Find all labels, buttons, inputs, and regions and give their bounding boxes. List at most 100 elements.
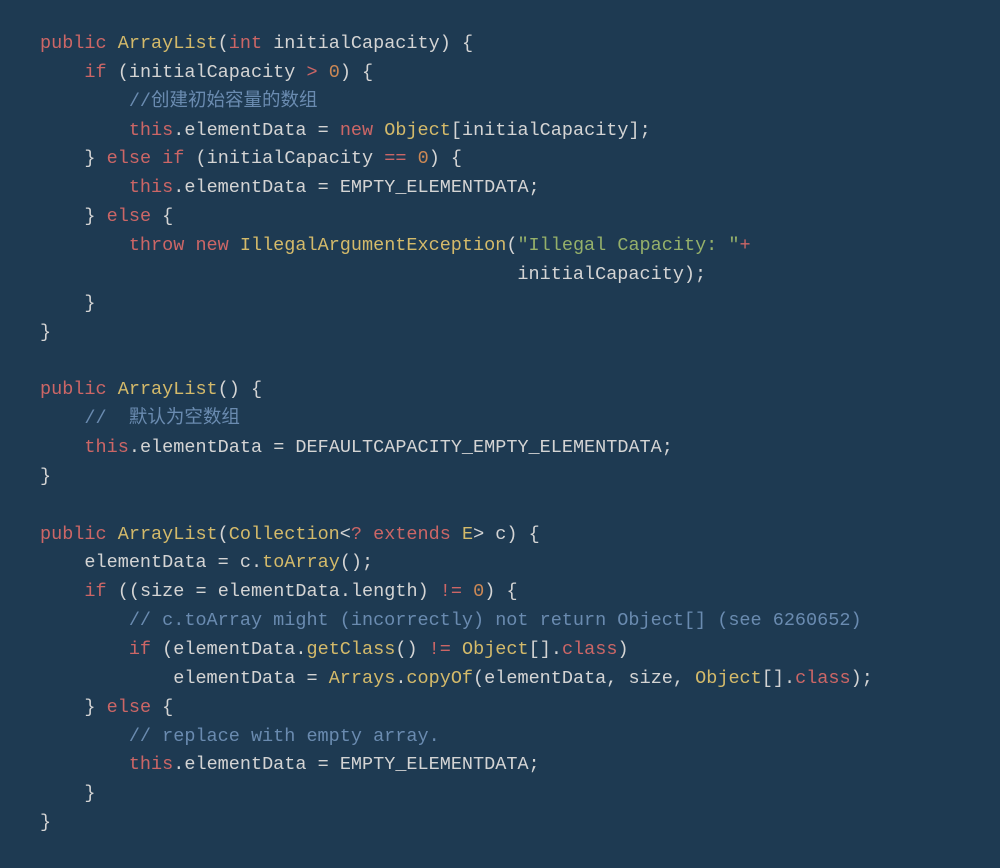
keyword-public: public	[40, 379, 107, 400]
identifier: initialCapacity	[517, 264, 684, 285]
type-arraylist: ArrayList	[118, 524, 218, 545]
brace: }	[40, 466, 51, 487]
dot: .	[340, 581, 351, 602]
number: 0	[329, 62, 340, 83]
identifier: size	[629, 668, 673, 689]
semicolon: ;	[695, 264, 706, 285]
paren: (	[196, 148, 207, 169]
identifier: size	[140, 581, 184, 602]
brace: {	[462, 33, 473, 54]
angle-bracket: >	[473, 524, 484, 545]
angle-bracket: <	[340, 524, 351, 545]
keyword-class: class	[562, 639, 618, 660]
paren: )	[229, 379, 240, 400]
identifier: elementData	[84, 552, 206, 573]
paren: (	[395, 639, 406, 660]
identifier: c	[495, 524, 506, 545]
identifier: elementData	[140, 437, 262, 458]
identifier: elementData	[184, 754, 306, 775]
bracket: [	[762, 668, 773, 689]
constant: EMPTY_ELEMENTDATA	[340, 754, 529, 775]
comment: // replace with empty array.	[129, 726, 440, 747]
brace: {	[162, 206, 173, 227]
code-block: public ArrayList(int initialCapacity) { …	[0, 0, 1000, 868]
wildcard: ?	[351, 524, 362, 545]
dot: .	[395, 668, 406, 689]
identifier: initialCapacity	[462, 120, 629, 141]
type-arrays: Arrays	[329, 668, 396, 689]
keyword-if: if	[129, 639, 151, 660]
paren: )	[506, 524, 517, 545]
brace: {	[162, 697, 173, 718]
type-param: E	[462, 524, 473, 545]
dot: .	[784, 668, 795, 689]
paren: (	[473, 668, 484, 689]
semicolon: ;	[662, 437, 673, 458]
keyword-if: if	[84, 581, 106, 602]
semicolon: ;	[862, 668, 873, 689]
equals: =	[318, 120, 329, 141]
dot: .	[251, 552, 262, 573]
paren: )	[684, 264, 695, 285]
brace: }	[40, 812, 51, 833]
paren: )	[340, 62, 351, 83]
keyword-int: int	[229, 33, 262, 54]
keyword-else: else	[107, 697, 151, 718]
type-arraylist: ArrayList	[118, 379, 218, 400]
bracket: [	[529, 639, 540, 660]
keyword-throw: throw	[129, 235, 185, 256]
brace: {	[251, 379, 262, 400]
keyword-new: new	[340, 120, 373, 141]
paren: )	[406, 639, 417, 660]
paren: (	[218, 33, 229, 54]
comment: // c.toArray might (incorrectly) not ret…	[129, 610, 862, 631]
keyword-if: if	[162, 148, 184, 169]
type-object: Object	[695, 668, 762, 689]
keyword-if: if	[84, 62, 106, 83]
paren: )	[440, 33, 451, 54]
identifier: elementData	[484, 668, 606, 689]
keyword-else: else	[107, 206, 151, 227]
identifier: initialCapacity	[207, 148, 374, 169]
identifier: initialCapacity	[129, 62, 296, 83]
type-arraylist: ArrayList	[118, 33, 218, 54]
identifier: initialCapacity	[273, 33, 440, 54]
paren: )	[851, 668, 862, 689]
constant: DEFAULTCAPACITY_EMPTY_ELEMENTDATA	[295, 437, 661, 458]
keyword-public: public	[40, 524, 107, 545]
bracket: [	[451, 120, 462, 141]
dot: .	[173, 754, 184, 775]
number: 0	[418, 148, 429, 169]
identifier: elementData	[173, 639, 295, 660]
keyword-else: else	[107, 148, 151, 169]
bracket: ]	[629, 120, 640, 141]
operator: !=	[440, 581, 462, 602]
semicolon: ;	[529, 754, 540, 775]
equals: =	[196, 581, 207, 602]
brace: {	[451, 148, 462, 169]
paren: (	[118, 62, 129, 83]
number: 0	[473, 581, 484, 602]
method-call: copyOf	[406, 668, 473, 689]
keyword-this: this	[129, 754, 173, 775]
dot: .	[551, 639, 562, 660]
identifier: elementData	[218, 581, 340, 602]
bracket: ]	[773, 668, 784, 689]
paren: (	[118, 581, 129, 602]
semicolon: ;	[362, 552, 373, 573]
type-object: Object	[462, 639, 529, 660]
type-object: Object	[384, 120, 451, 141]
paren: (	[218, 524, 229, 545]
operator: !=	[429, 639, 451, 660]
equals: =	[318, 754, 329, 775]
keyword-this: this	[129, 120, 173, 141]
property: length	[351, 581, 418, 602]
keyword-this: this	[84, 437, 128, 458]
semicolon: ;	[529, 177, 540, 198]
string-literal: "Illegal Capacity: "	[517, 235, 739, 256]
keyword-new: new	[195, 235, 228, 256]
keyword-extends: extends	[373, 524, 451, 545]
keyword-public: public	[40, 33, 107, 54]
dot: .	[173, 120, 184, 141]
method-call: getClass	[307, 639, 396, 660]
